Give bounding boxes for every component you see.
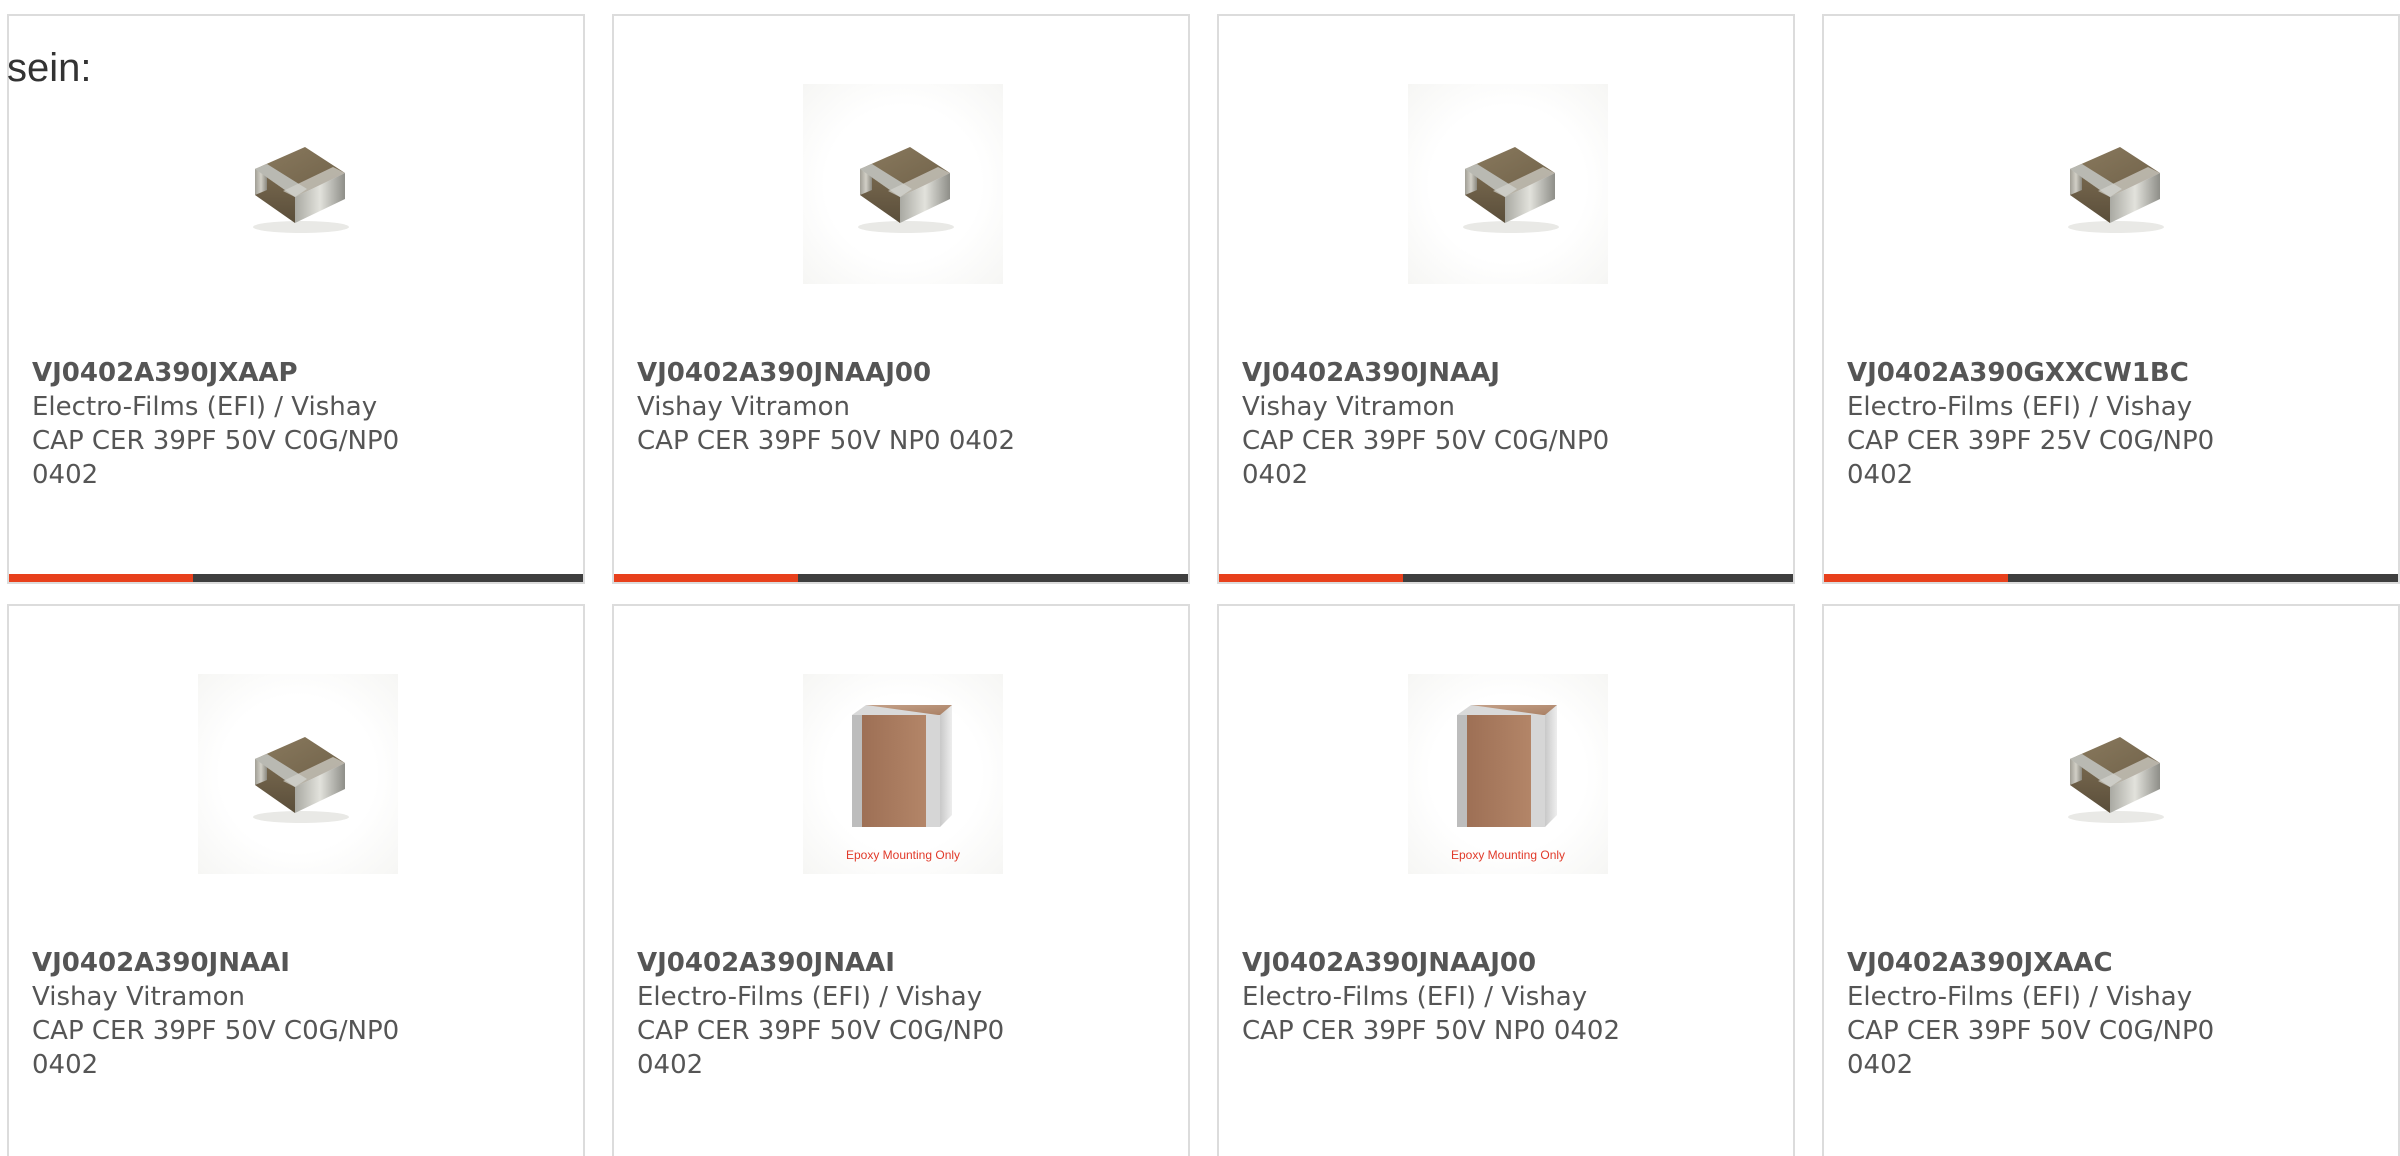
manufacturer: Electro-Films (EFI) / Vishay — [1847, 982, 2193, 1012]
product-description: CAP CER 39PF 50V C0G/NP0 0402 — [637, 1016, 1005, 1080]
part-number[interactable]: VJ0402A390JXAAP — [32, 356, 432, 390]
product-image[interactable] — [198, 674, 398, 874]
product-description: CAP CER 39PF 50V C0G/NP0 0402 — [32, 1016, 400, 1080]
manufacturer: Vishay Vitramon — [637, 392, 851, 422]
part-number[interactable]: VJ0402A390JNAAJ00 — [1242, 946, 1642, 980]
product-card[interactable]: VJ0402A390JNAAJ00 Vishay Vitramon CAP CE… — [612, 14, 1190, 584]
image-note: Epoxy Mounting Only — [845, 848, 961, 862]
product-image[interactable] — [803, 84, 1003, 284]
capacitor-image-icon — [852, 705, 952, 827]
product-description: CAP CER 39PF 50V NP0 0402 — [1242, 1016, 1621, 1046]
product-description: CAP CER 39PF 50V C0G/NP0 0402 — [32, 426, 400, 490]
progress-bar — [9, 574, 583, 582]
capacitor-image-icon — [858, 147, 954, 233]
product-image[interactable]: Epoxy Mounting Only — [1408, 674, 1608, 874]
product-description: CAP CER 39PF 50V C0G/NP0 0402 — [1242, 426, 1610, 490]
product-grid: VJ0402A390JXAAP Electro-Films (EFI) / Vi… — [7, 14, 2400, 1156]
capacitor-image-icon — [2068, 737, 2164, 823]
product-info: VJ0402A390GXXCW1BC Electro-Films (EFI) /… — [1847, 356, 2247, 492]
product-card[interactable]: VJ0402A390JXAAP Electro-Films (EFI) / Vi… — [7, 14, 585, 584]
manufacturer: Electro-Films (EFI) / Vishay — [1242, 982, 1588, 1012]
product-card[interactable]: Epoxy Mounting Only VJ0402A390JNAAI Elec… — [612, 604, 1190, 1156]
product-info: VJ0402A390JNAAI Electro-Films (EFI) / Vi… — [637, 946, 1037, 1082]
product-description: CAP CER 39PF 50V C0G/NP0 0402 — [1847, 1016, 2215, 1080]
product-info: VJ0402A390JNAAJ00 Vishay Vitramon CAP CE… — [637, 356, 1037, 458]
progress-fill — [1219, 574, 1403, 582]
manufacturer: Electro-Films (EFI) / Vishay — [1847, 392, 2193, 422]
part-number[interactable]: VJ0402A390GXXCW1BC — [1847, 356, 2247, 390]
product-image[interactable] — [198, 84, 398, 284]
progress-fill — [1824, 574, 2008, 582]
product-info: VJ0402A390JNAAI Vishay Vitramon CAP CER … — [32, 946, 432, 1082]
manufacturer: Vishay Vitramon — [1242, 392, 1456, 422]
product-card[interactable]: Epoxy Mounting Only VJ0402A390JNAAJ00 El… — [1217, 604, 1795, 1156]
capacitor-image-icon — [253, 737, 349, 823]
capacitor-image-icon — [253, 147, 349, 233]
capacitor-image-icon — [1457, 705, 1557, 827]
product-info: VJ0402A390JNAAJ00 Electro-Films (EFI) / … — [1242, 946, 1642, 1048]
product-info: VJ0402A390JXAAP Electro-Films (EFI) / Vi… — [32, 356, 432, 492]
part-number[interactable]: VJ0402A390JNAAJ00 — [637, 356, 1037, 390]
part-number[interactable]: VJ0402A390JNAAJ — [1242, 356, 1642, 390]
manufacturer: Electro-Films (EFI) / Vishay — [637, 982, 983, 1012]
product-description: CAP CER 39PF 50V NP0 0402 — [637, 426, 1016, 456]
product-info: VJ0402A390JXAAC Electro-Films (EFI) / Vi… — [1847, 946, 2247, 1082]
product-card[interactable]: VJ0402A390JXAAC Electro-Films (EFI) / Vi… — [1822, 604, 2400, 1156]
manufacturer: Electro-Films (EFI) / Vishay — [32, 392, 378, 422]
progress-bar — [1219, 574, 1793, 582]
product-description: CAP CER 39PF 25V C0G/NP0 0402 — [1847, 426, 2215, 490]
part-number[interactable]: VJ0402A390JNAAI — [32, 946, 432, 980]
product-image[interactable] — [2013, 674, 2213, 874]
product-info: VJ0402A390JNAAJ Vishay Vitramon CAP CER … — [1242, 356, 1642, 492]
capacitor-image-icon — [2068, 147, 2164, 233]
product-card[interactable]: VJ0402A390GXXCW1BC Electro-Films (EFI) /… — [1822, 14, 2400, 584]
part-number[interactable]: VJ0402A390JXAAC — [1847, 946, 2247, 980]
manufacturer: Vishay Vitramon — [32, 982, 246, 1012]
product-image[interactable] — [2013, 84, 2213, 284]
progress-bar — [614, 574, 1188, 582]
progress-fill — [9, 574, 193, 582]
product-image[interactable]: Epoxy Mounting Only — [803, 674, 1003, 874]
product-card[interactable]: VJ0402A390JNAAJ Vishay Vitramon CAP CER … — [1217, 14, 1795, 584]
part-number[interactable]: VJ0402A390JNAAI — [637, 946, 1037, 980]
progress-bar — [1824, 574, 2398, 582]
section-heading: sein: — [7, 46, 92, 90]
image-note: Epoxy Mounting Only — [1450, 848, 1566, 862]
progress-fill — [614, 574, 798, 582]
product-card[interactable]: VJ0402A390JNAAI Vishay Vitramon CAP CER … — [7, 604, 585, 1156]
product-image[interactable] — [1408, 84, 1608, 284]
capacitor-image-icon — [1463, 147, 1559, 233]
